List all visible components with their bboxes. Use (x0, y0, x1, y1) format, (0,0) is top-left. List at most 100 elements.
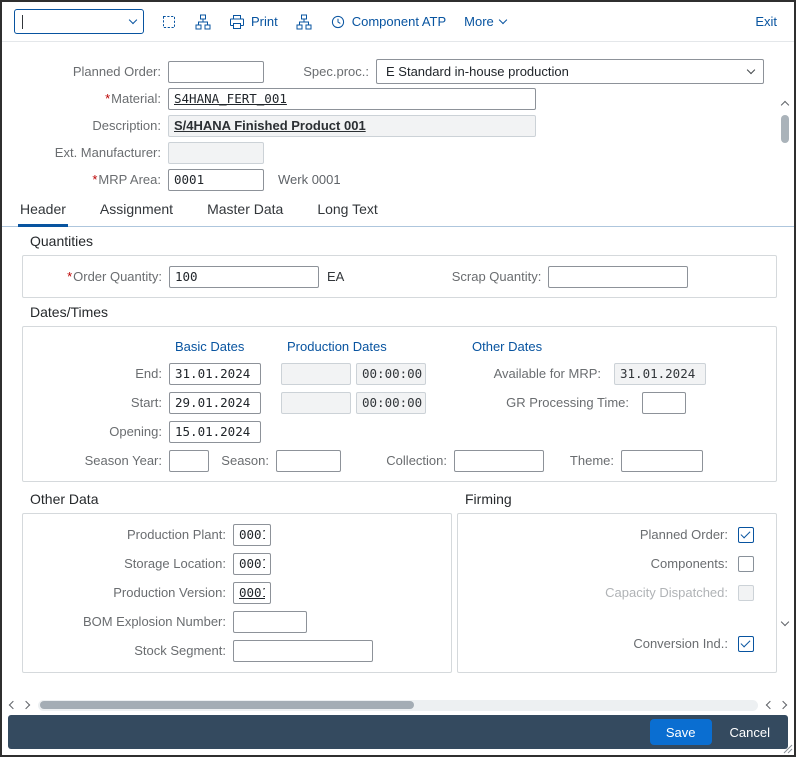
gr-processing-time-label: GR Processing Time: (506, 395, 629, 410)
start-label: Start: (130, 395, 162, 410)
collection-input[interactable] (454, 449, 544, 472)
season-row: Season Year: Season: Collection: Theme: (31, 446, 768, 475)
planned-order-window: Print Component ATP More Exit Planned Or… (0, 0, 796, 757)
theme-input[interactable] (621, 449, 703, 472)
start-basic-date-input[interactable] (169, 391, 261, 414)
component-atp-button[interactable]: Component ATP (329, 12, 447, 32)
season-label: Season: (221, 453, 269, 468)
production-version-row: Production Version: (31, 578, 443, 607)
mrp-area-plant-text: Werk 0001 (278, 172, 341, 187)
other-data-title: Other Data (30, 491, 99, 507)
content-area: Planned Order: Spec.proc.: E Standard in… (2, 42, 794, 697)
ext-manufacturer-row: Ext. Manufacturer: (18, 139, 764, 166)
start-date-row: Start: 00:00:00 GR Processing Time: (31, 388, 768, 417)
view-combobox[interactable] (14, 9, 144, 34)
end-time-field: 00:00:00 (356, 362, 426, 385)
save-button[interactable]: Save (649, 719, 712, 745)
tab-long-text[interactable]: Long Text (315, 195, 379, 226)
tab-header[interactable]: Header (18, 195, 68, 227)
end-basic-date-input[interactable] (169, 362, 261, 385)
scroll-down-arrow-icon[interactable] (780, 610, 790, 631)
theme-label: Theme: (569, 453, 614, 468)
component-atp-label: Component ATP (351, 14, 447, 29)
order-quantity-unit: EA (327, 269, 345, 284)
order-quantity-label: *Order Quantity: (67, 269, 162, 284)
hierarchy-icon-button-2[interactable] (295, 12, 313, 32)
stock-segment-row: Stock Segment: (31, 636, 443, 665)
planned-order-checkbox[interactable] (738, 526, 754, 543)
planned-order-input[interactable] (168, 60, 264, 83)
season-year-input[interactable] (169, 449, 209, 472)
components-checkbox[interactable] (738, 555, 754, 572)
more-label: More (464, 14, 494, 29)
cancel-button[interactable]: Cancel (720, 719, 780, 745)
resize-grip[interactable] (783, 744, 793, 754)
production-dates-header: Production Dates (287, 338, 387, 354)
tab-master-data[interactable]: Master Data (205, 195, 285, 226)
description-value: S/4HANA Finished Product 001 (174, 118, 366, 133)
horizontal-scrollbar[interactable] (8, 698, 788, 712)
opening-date-input[interactable] (169, 420, 261, 443)
hierarchy-icon-button[interactable] (194, 12, 212, 32)
hierarchy-icon (195, 14, 211, 29)
scroll-right-arrow-icon[interactable] (21, 700, 31, 710)
mrp-area-label: *MRP Area: (92, 172, 161, 187)
more-button[interactable]: More (463, 12, 508, 31)
scroll-left-arrow-icon[interactable] (765, 700, 775, 710)
production-plant-label: Production Plant: (126, 527, 226, 542)
storage-location-input[interactable] (233, 552, 271, 575)
print-button[interactable]: Print (228, 12, 279, 32)
end-label: End: (135, 366, 162, 381)
material-row: *Material: (18, 85, 764, 112)
tab-assignment[interactable]: Assignment (98, 195, 175, 226)
quantities-box: *Order Quantity: EA Scrap Quantity: (22, 255, 777, 298)
ext-manufacturer-label: Ext. Manufacturer: (54, 145, 161, 160)
exit-label: Exit (755, 14, 777, 29)
scroll-up-arrow-icon[interactable] (780, 90, 790, 111)
scrap-quantity-label: Scrap Quantity: (451, 269, 542, 284)
chevron-down-icon[interactable] (128, 15, 138, 25)
hscroll-right-arrows[interactable] (765, 700, 788, 710)
dates-column-headers: Basic Dates Production Dates Other Dates (31, 333, 768, 359)
horizontal-scroll-thumb[interactable] (40, 701, 415, 709)
capacity-dispatched-checkbox (738, 584, 754, 601)
dotted-square-icon-button[interactable] (160, 12, 178, 32)
opening-label: Opening: (109, 424, 162, 439)
vertical-scrollbar[interactable] (778, 90, 792, 631)
scroll-left-arrow-icon[interactable] (8, 700, 18, 710)
ext-manufacturer-field (168, 141, 264, 164)
bom-explosion-number-input[interactable] (233, 610, 307, 633)
toolbar: Print Component ATP More Exit (2, 2, 794, 42)
vertical-scroll-thumb[interactable] (781, 115, 789, 143)
dates-times-title: Dates/Times (30, 304, 109, 320)
firming-planned-order-row: Planned Order: (466, 520, 768, 549)
mrp-area-input[interactable] (168, 168, 264, 191)
bottom-sections: Other Data Production Plant: Storage Loc… (22, 486, 777, 673)
hierarchy-icon (296, 14, 312, 29)
planned-order-row: Planned Order: Spec.proc.: E Standard in… (18, 58, 764, 85)
horizontal-scroll-track[interactable] (38, 699, 758, 711)
exit-button[interactable]: Exit (754, 12, 778, 31)
scrap-quantity-input[interactable] (548, 265, 689, 288)
season-year-label: Season Year: (84, 453, 162, 468)
gr-processing-time-input[interactable] (642, 391, 686, 414)
dotted-square-icon (163, 15, 175, 28)
stock-segment-input[interactable] (233, 639, 373, 662)
scroll-right-arrow-icon[interactable] (778, 700, 788, 710)
spec-proc-select[interactable]: E Standard in-house production (376, 59, 764, 84)
production-version-input[interactable] (233, 581, 271, 604)
firming-section: Firming Planned Order: Components: Capac… (457, 486, 777, 673)
chevron-down-icon (746, 65, 756, 75)
combobox-input[interactable] (23, 14, 130, 29)
production-plant-input[interactable] (233, 523, 271, 546)
vertical-scroll-track[interactable] (781, 111, 789, 610)
firming-components-row: Components: (466, 549, 768, 578)
material-label: *Material: (105, 91, 161, 106)
material-input[interactable] (168, 87, 536, 110)
conversion-ind-checkbox[interactable] (738, 635, 754, 652)
order-quantity-input[interactable] (169, 265, 319, 288)
available-for-mrp-field: 31.01.2024 (614, 362, 706, 385)
hscroll-left-arrows[interactable] (8, 700, 31, 710)
stock-segment-label: Stock Segment: (134, 643, 226, 658)
season-input[interactable] (276, 449, 341, 472)
